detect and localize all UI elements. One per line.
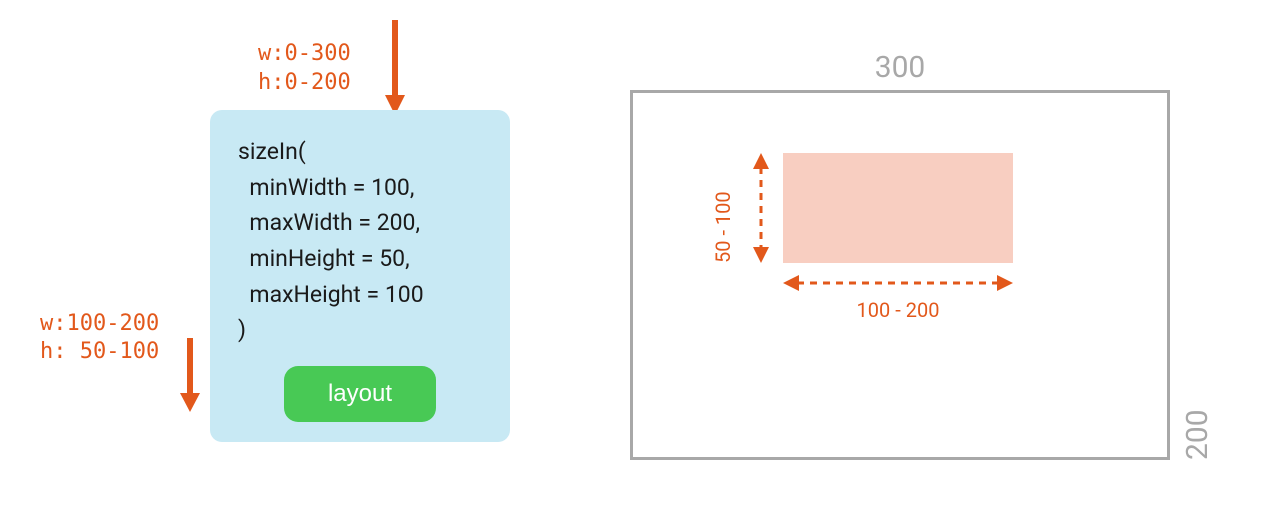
modifier-code-box: sizeIn( minWidth = 100, maxWidth = 200, … bbox=[210, 110, 510, 442]
parent-bounds-box: 50 - 100 100 - 200 bbox=[630, 90, 1170, 460]
constraint-flow-panel: w:0-300 h:0-200 sizeIn( minWidth = 100, … bbox=[40, 20, 510, 442]
layout-button[interactable]: layout bbox=[284, 366, 436, 422]
code-text: sizeIn( minWidth = 100, maxWidth = 200, … bbox=[238, 134, 482, 348]
height-range-label: 50 - 100 bbox=[711, 153, 735, 263]
bounds-height-label: 200 bbox=[1180, 90, 1215, 460]
sized-child-rect bbox=[783, 153, 1013, 263]
incoming-w: w:0-300 bbox=[258, 41, 351, 66]
incoming-h: h:0-200 bbox=[258, 70, 351, 95]
bounds-visualization-panel: 300 200 50 - 100 100 - 200 bbox=[630, 20, 1170, 460]
width-range-label: 100 - 200 bbox=[783, 298, 1013, 322]
height-dimension-icon bbox=[741, 153, 781, 263]
outgoing-constraints-label: w:100-200 h: 50-100 bbox=[40, 310, 159, 367]
arrow-down-icon bbox=[180, 338, 200, 412]
arrow-down-icon bbox=[385, 20, 405, 115]
outgoing-w: w:100-200 bbox=[40, 311, 159, 336]
outgoing-h: h: 50-100 bbox=[40, 339, 159, 364]
bounds-width-label: 300 bbox=[630, 50, 1170, 85]
incoming-constraints-label: w:0-300 h:0-200 bbox=[258, 40, 351, 97]
width-dimension-icon bbox=[783, 268, 1013, 298]
